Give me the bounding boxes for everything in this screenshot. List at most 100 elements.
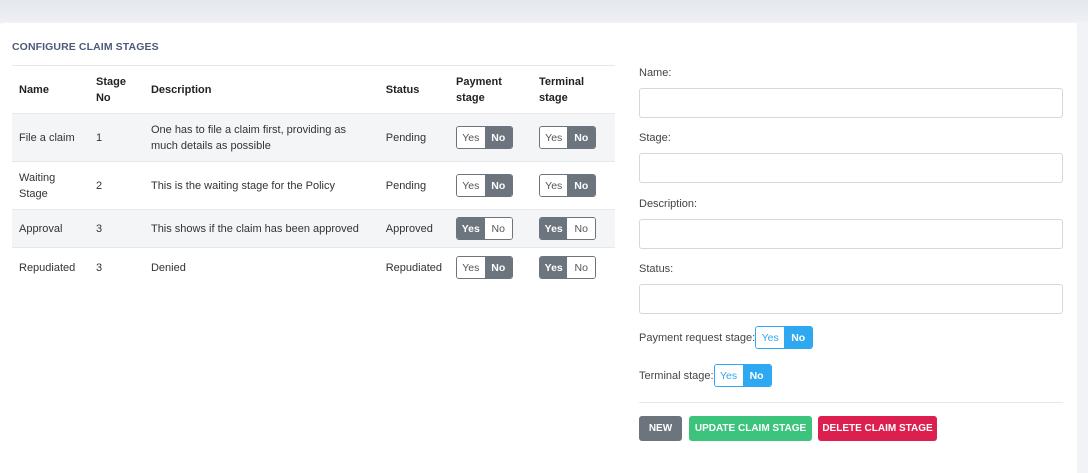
header-stage-no-line1: Stage [95, 75, 126, 88]
payment-stage-toggle[interactable]: Yes No [456, 174, 514, 197]
table-row[interactable]: Repudiated 3 Denied Repudiated Yes No Ye… [12, 247, 615, 288]
description-label: Description: [639, 198, 698, 210]
toggle-yes-option[interactable]: Yes [539, 218, 568, 239]
payment-stage-toggle[interactable]: Yes No [456, 217, 514, 240]
toggle-yes-option[interactable]: Yes [457, 127, 485, 148]
terminal-stage-form-toggle[interactable]: Yes No [713, 364, 772, 387]
name-label: Name: [639, 67, 672, 79]
cell-name-line1: Repudiated [19, 261, 76, 274]
cell-description-line2: much details as possible [150, 139, 271, 152]
cell-payment-toggle: Yes No [449, 113, 532, 162]
cell-name-line1: File a claim [19, 131, 75, 144]
terminal-stage-label: Terminal stage: [639, 369, 714, 382]
cell-terminal-toggle: Yes No [531, 113, 615, 162]
cell-status: Pending [378, 113, 450, 162]
cell-description-line1: This is the waiting stage for the Policy [150, 179, 335, 192]
cell-name: Repudiated [12, 247, 89, 288]
header-payment-stage: Payment stage [449, 65, 532, 114]
toggle-yes-option[interactable]: Yes [539, 175, 568, 196]
cell-name-line2: Stage [19, 187, 48, 200]
toggle-no-option[interactable]: No [484, 257, 513, 279]
cell-terminal-toggle: Yes No [531, 247, 615, 288]
toggle-no-option[interactable]: No [567, 218, 595, 239]
toggle-no-option[interactable]: No [484, 175, 513, 196]
cell-description: Denied [143, 247, 379, 288]
cell-stage-no: 3 [88, 247, 144, 288]
toggle-yes-option[interactable]: Yes [539, 257, 568, 279]
header-status: Status [378, 65, 450, 114]
payment-stage-toggle[interactable]: Yes No [456, 256, 514, 280]
form-divider [639, 402, 1063, 403]
table-row[interactable]: Waiting Stage 2 This is the waiting stag… [12, 161, 615, 210]
toggle-yes-option[interactable]: Yes [457, 218, 485, 239]
status-input[interactable] [639, 284, 1063, 314]
toggle-yes-option[interactable]: Yes [539, 127, 568, 148]
toggle-yes-option[interactable]: Yes [756, 327, 785, 348]
table-header-row: Name Stage No Description Status Payment… [12, 65, 615, 114]
toggle-no-option[interactable]: No [484, 218, 513, 239]
header-stage-no-line2: No [95, 91, 111, 104]
payment-request-label: Payment request stage: [639, 331, 756, 344]
cell-status: Repudiated [378, 247, 450, 288]
stage-label: Stage: [639, 132, 671, 144]
cell-terminal-toggle: Yes No [531, 209, 615, 248]
cell-name: Waiting Stage [12, 161, 89, 210]
delete-claim-stage-button[interactable]: DELETE CLAIM STAGE [818, 416, 937, 441]
cell-payment-toggle: Yes No [449, 161, 532, 210]
toggle-no-option[interactable]: No [742, 365, 771, 386]
update-claim-stage-button[interactable]: UPDATE CLAIM STAGE [689, 416, 812, 441]
cell-description: This is the waiting stage for the Policy [143, 161, 379, 210]
toggle-yes-option[interactable]: Yes [457, 257, 485, 279]
payment-request-row: Payment request stage: Yes No [639, 326, 814, 349]
terminal-stage-row: Terminal stage: Yes No [639, 364, 772, 387]
cell-name: File a claim [12, 113, 89, 162]
terminal-stage-toggle[interactable]: Yes No [538, 217, 596, 240]
toggle-yes-option[interactable]: Yes [457, 175, 485, 196]
toggle-no-option[interactable]: No [567, 257, 595, 279]
cell-payment-toggle: Yes No [449, 247, 532, 288]
claim-stages-card: CONFIGURE CLAIM STAGES Name Stage No Des… [0, 23, 1077, 473]
payment-request-toggle[interactable]: Yes No [755, 326, 814, 349]
toggle-no-option[interactable]: No [484, 127, 513, 148]
description-input[interactable] [639, 219, 1063, 249]
header-name: Name [12, 65, 89, 114]
table-row[interactable]: File a claim 1 One has to file a claim f… [12, 113, 615, 162]
cell-terminal-toggle: Yes No [531, 161, 615, 210]
toggle-yes-option[interactable]: Yes [714, 365, 743, 386]
status-label: Status: [639, 263, 674, 275]
header-payment-line2: stage [456, 91, 485, 104]
toggle-no-option[interactable]: No [567, 175, 595, 196]
header-terminal-line1: Terminal [538, 75, 585, 88]
new-button[interactable]: NEW [639, 416, 682, 441]
cell-description-line1: One has to file a claim first, providing… [150, 123, 346, 136]
header-description: Description [143, 65, 379, 114]
toggle-no-option[interactable]: No [567, 127, 595, 148]
terminal-stage-toggle[interactable]: Yes No [538, 126, 596, 149]
cell-name: Approval [12, 209, 89, 248]
name-input[interactable] [639, 88, 1063, 118]
cell-status: Pending [378, 161, 450, 210]
cell-name-line1: Approval [19, 222, 63, 235]
header-payment-line1: Payment [456, 75, 502, 88]
section-title: CONFIGURE CLAIM STAGES [12, 41, 159, 53]
claim-stages-table: Name Stage No Description Status Payment… [12, 65, 615, 288]
header-terminal-stage: Terminal stage [531, 65, 615, 114]
cell-stage-no: 1 [88, 113, 144, 162]
payment-stage-toggle[interactable]: Yes No [456, 126, 514, 149]
cell-payment-toggle: Yes No [449, 209, 532, 248]
cell-status: Approved [378, 209, 450, 248]
toggle-no-option[interactable]: No [784, 327, 813, 348]
table-row[interactable]: Approval 3 This shows if the claim has b… [12, 209, 615, 248]
cell-description-line1: This shows if the claim has been approve… [150, 222, 359, 235]
cell-description-line1: Denied [150, 261, 186, 274]
cell-stage-no: 2 [88, 161, 144, 210]
header-terminal-line2: stage [538, 91, 568, 104]
terminal-stage-toggle[interactable]: Yes No [538, 256, 596, 280]
header-stage-no: Stage No [88, 65, 144, 114]
cell-name-line1: Waiting [19, 171, 56, 184]
stage-input[interactable] [639, 153, 1063, 183]
top-bar [0, 0, 1088, 22]
cell-stage-no: 3 [88, 209, 144, 248]
cell-description: This shows if the claim has been approve… [143, 209, 379, 248]
terminal-stage-toggle[interactable]: Yes No [538, 174, 596, 197]
